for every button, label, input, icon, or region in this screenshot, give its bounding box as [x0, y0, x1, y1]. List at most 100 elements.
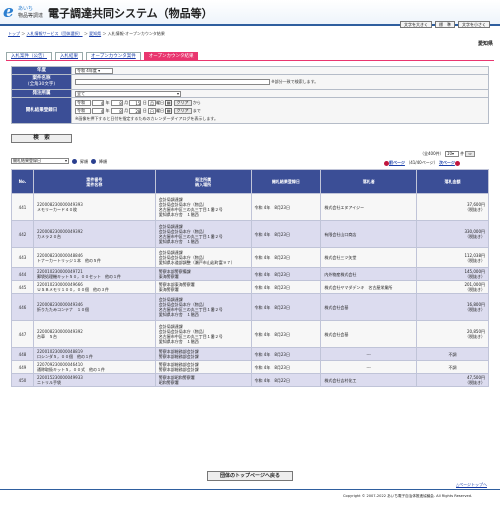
from-calendar-icon[interactable]: ▦	[165, 100, 173, 106]
amount-cell: 不調	[416, 347, 489, 361]
from-year-input[interactable]: 4	[92, 100, 105, 106]
from-month-input[interactable]: 8	[110, 100, 123, 106]
winner: 株式会社三ツ矢堂	[320, 247, 418, 268]
fiscal-year-select[interactable]: 令和 4年度 ▾	[75, 67, 113, 74]
case-name-link[interactable]: 折りたたみコンテナ １０個	[37, 307, 152, 312]
result-date: 令和 4年 8月23日	[250, 220, 322, 248]
table-row: 444 220010230000049721 郵袋処理機キット５０，００セット 他の…	[11, 267, 489, 281]
case-name-link[interactable]: カメラ２０台	[37, 234, 152, 239]
system-title: 電子調達共同システム（物品等）	[48, 7, 213, 20]
per-page-apply-button[interactable]: ⇨	[465, 151, 475, 157]
col-dept: 発注所属 納入場所	[154, 169, 252, 194]
row-number: 444	[11, 267, 34, 281]
result-date: 令和 4年 8月22日	[250, 373, 322, 387]
tab-open-counter-results[interactable]: オープンカウンタ結果	[143, 52, 199, 60]
amount-cell: 330,000円 （税抜き）	[416, 220, 489, 248]
row-number: 449	[11, 360, 34, 374]
to-day-input[interactable]: 28	[129, 108, 142, 114]
to-year-input[interactable]: 4	[92, 108, 105, 114]
dept-cell: 警察本部東海警察署 東海警察署	[154, 280, 252, 294]
case-name-link[interactable]: 郵袋処理機キット５０，００セット 他の１件	[37, 274, 152, 279]
to-clear-button[interactable]: クリア	[173, 108, 192, 114]
dept-line: 愛知県本庁舎 １階西	[158, 339, 199, 344]
copyright: Copyright © 2007-2022 あいち電子自治体推進協議会. All…	[343, 494, 473, 498]
case-name-link[interactable]: トナーカートリッジ１本 他の５件	[37, 258, 152, 263]
breadcrumb-service-link[interactable]: 入札情報サービス（団体選択）	[27, 31, 83, 36]
from-era-select[interactable]: 令和	[75, 100, 91, 106]
tab-bid-results[interactable]: 入札結果	[55, 52, 83, 60]
case-name-link[interactable]: ニトリル手袋	[37, 380, 152, 385]
desc-label: 降順	[99, 158, 107, 164]
breadcrumb-top-link[interactable]: トップ	[8, 31, 20, 36]
case-name-link[interactable]: 台車 ５台	[37, 334, 152, 339]
dept-line: 愛知県本庁舎 １階西	[158, 239, 199, 244]
site-header: e あいち 物品等調達 電子調達共同システム（物品等） 文字を大きく 標 準 文…	[0, 0, 500, 28]
tab-open-counter-cases[interactable]: オープンカウンタ案件	[86, 52, 141, 60]
pager: 前ページ （41/40ページ） 次ページ	[384, 160, 460, 166]
to-era-select[interactable]: 令和	[75, 108, 91, 114]
case-cell: 220015230000049933 ニトリル手袋	[32, 373, 156, 387]
case-name-link[interactable]: 通称取扱キット５，００式 他の１件	[37, 367, 152, 372]
case-name-link[interactable]: ＵＳＢメモリ１００，００個 他の３件	[37, 287, 152, 292]
col-date: 開札結果登録日	[250, 169, 322, 194]
result-date: 令和 4年 8月23日	[250, 193, 322, 221]
department-select[interactable]: 全て ▾	[75, 90, 181, 97]
font-smaller-button[interactable]: 文字を小さく	[458, 21, 490, 28]
tax-note: （税抜き）	[465, 307, 485, 312]
system-logo[interactable]: e あいち 物品等調達	[3, 2, 45, 22]
page-top-link[interactable]: △ページトップへ	[456, 482, 487, 487]
from-clear-button[interactable]: クリア	[173, 100, 192, 106]
to-month-input[interactable]: 8	[110, 108, 123, 114]
font-standard-button[interactable]: 標 準	[435, 21, 455, 28]
search-button[interactable]: 検 索	[11, 134, 72, 143]
per-page-select[interactable]: 10▾	[444, 151, 459, 157]
fiscal-year-label: 年度	[11, 66, 72, 75]
row-number: 450	[11, 373, 34, 387]
amount: 不調	[448, 351, 457, 357]
winner: 株式会社吉村化工	[320, 373, 418, 387]
row-number: 441	[11, 193, 34, 221]
tax-note: （税抜き）	[465, 274, 485, 279]
row-number: 447	[11, 320, 34, 348]
dept-line: 愛知県本庁舎 １階西	[158, 312, 199, 317]
sort-controls: 開札結果登録日 ▾ 昇順 降順	[11, 158, 107, 164]
desc-radio[interactable]	[91, 158, 96, 164]
result-date: 令和 4年 8月23日	[250, 247, 322, 268]
dept-line: 愛知県本庁舎 １階西	[158, 212, 199, 217]
region-label: 愛知県	[478, 41, 494, 47]
case-name-link[interactable]: メモリーカード４０枚	[37, 207, 152, 212]
back-to-top-page-button[interactable]: 団体のトップページへ戻る	[207, 471, 293, 481]
font-larger-button[interactable]: 文字を大きく	[400, 21, 432, 28]
from-day-input[interactable]: 15	[129, 100, 142, 106]
next-page-link[interactable]: 次ページ	[439, 160, 455, 165]
winner: 株式会社会基	[320, 293, 418, 321]
tax-note: （税抜き）	[465, 257, 485, 263]
case-name-link[interactable]: ロシンダ５，００個 他の１件	[37, 354, 152, 359]
breadcrumb-aichi-link[interactable]: 愛知県	[89, 31, 101, 36]
sort-select[interactable]: 開札結果登録日 ▾	[11, 158, 69, 164]
to-weekday: 日	[147, 108, 156, 114]
dept-cell: 会計局調達課 会計局会計局本庁（物品） 愛知県水道部調整（瀬戸市山岩町富９７）	[154, 247, 252, 268]
to-calendar-icon[interactable]: ▦	[165, 108, 173, 114]
case-cell: 220008230000049346 折りたたみコンテナ １０個	[32, 293, 156, 321]
asc-radio[interactable]	[72, 158, 77, 164]
case-name-input[interactable]	[75, 79, 270, 85]
amount-cell: 16,800円 （税抜き）	[416, 293, 489, 321]
tab-underline	[6, 60, 494, 61]
dept-line: 警察本部総務部会計課	[158, 367, 199, 372]
winner: 株式会社ヤマダデンキ 名古屋栄業所	[320, 280, 418, 294]
dept-cell: 警察本部総務部会計課 警察本部総務部会計課	[154, 360, 252, 374]
tab-bar: 入札案件（公告） 入札結果 オープンカウンタ案件 オープンカウンタ結果	[6, 52, 199, 60]
dept-line: 東海警察署	[158, 274, 179, 279]
dept-line: 愛知県水道部調整（瀬戸市山岩町富９７）	[158, 260, 235, 265]
table-row: 441 220008230000049393 メモリーカード４０枚 会計局調達課 会計局…	[11, 193, 489, 221]
row-number: 443	[11, 247, 34, 268]
footer: Copyright © 2007-2022 あいち電子自治体推進協議会. All…	[0, 489, 500, 505]
page-info: （41/40ページ）	[406, 160, 438, 165]
logo-aichi: あいち	[18, 6, 34, 12]
tab-bid-notice[interactable]: 入札案件（公告）	[6, 52, 52, 60]
prev-page-link[interactable]: 前ページ	[389, 160, 405, 165]
table-row: 443 220008230000048846 トナーカートリッジ１本 他の５件 会計局…	[11, 247, 489, 268]
dept-cell: 会計局調達課 会計局会計局本庁（物品） 名古屋市中区三の丸三丁目１番２号 愛知県本庁舎…	[154, 293, 252, 321]
winner: ---	[320, 347, 418, 361]
